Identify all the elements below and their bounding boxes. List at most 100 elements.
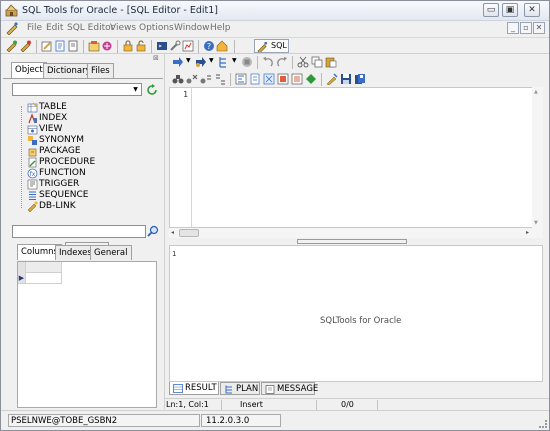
help-icon[interactable]: ? (203, 40, 215, 52)
indent-icon[interactable] (305, 73, 317, 85)
console-icon[interactable] (156, 40, 168, 52)
resize-grip[interactable] (539, 420, 547, 428)
toolbar-separator (83, 40, 84, 53)
tree-item-label: TRIGGER (39, 179, 80, 189)
menu-sql-editor[interactable]: SQL Editor (67, 23, 114, 33)
lock-icon[interactable] (122, 40, 134, 52)
menu-help[interactable]: Help (210, 23, 231, 33)
toolbar-separator (234, 40, 235, 53)
unlock-icon[interactable] (135, 40, 147, 52)
status-bar: PSELNWE@TOBE_GSBN2 11.2.0.3.0 (1, 410, 549, 430)
tab-result-label: RESULT (185, 383, 217, 393)
undo-icon[interactable] (262, 56, 274, 68)
sql-button-label: SQL (271, 41, 287, 50)
redo-icon[interactable] (276, 56, 288, 68)
tree-item-label: FUNCTION (39, 168, 86, 178)
session-monitor-icon[interactable] (101, 40, 113, 52)
mdi-close-button[interactable]: ✕ (533, 22, 545, 34)
view-icon (27, 125, 38, 135)
tab-plan-label: PLAN (236, 384, 259, 394)
columns-grid[interactable]: ▶ (17, 261, 157, 408)
schema-combo[interactable]: ▼ (12, 83, 142, 96)
new-editor-icon[interactable] (54, 40, 66, 52)
tab-message[interactable]: MESSAGE (261, 382, 318, 395)
refresh-icon[interactable] (146, 84, 158, 96)
connect-icon[interactable] (6, 40, 18, 52)
editor-horizontal-scrollbar[interactable]: ◂ ▸ (169, 228, 543, 238)
result-panel[interactable]: 1 SQLTools for Oracle (169, 245, 543, 382)
editor-result-splitter[interactable] (169, 238, 543, 245)
index-icon (28, 113, 37, 124)
db-link-icon (27, 201, 38, 212)
find-prev-icon[interactable] (200, 73, 212, 85)
format-sql-icon[interactable] (235, 73, 247, 85)
execute-arrow-icon[interactable] (172, 56, 184, 68)
find-icon[interactable] (172, 73, 184, 85)
object-filter-input[interactable] (12, 225, 146, 238)
execute-dropdown-icon[interactable]: ▼ (186, 57, 191, 64)
toolbar-separator (230, 73, 231, 86)
chevron-down-icon: ▼ (133, 86, 138, 93)
vertical-splitter[interactable] (164, 54, 168, 409)
scroll-right-icon[interactable]: ▸ (526, 229, 529, 236)
tree-item-label: SYNONYM (39, 135, 85, 145)
tab-files[interactable]: Files (87, 63, 114, 78)
menu-window[interactable]: Window (174, 23, 210, 33)
cut-icon[interactable] (297, 56, 309, 68)
execute-script-icon[interactable] (195, 56, 207, 68)
tab-result[interactable]: RESULT (169, 382, 219, 395)
splitter-grip[interactable] (297, 239, 407, 244)
function-icon: fx (27, 168, 38, 179)
toolbar-separator (321, 73, 322, 86)
horizontal-scroll-thumb[interactable] (179, 229, 199, 237)
menu-file[interactable]: File (27, 23, 42, 33)
save-icon[interactable] (340, 73, 352, 85)
tab-plan[interactable]: PLAN (220, 382, 260, 395)
synonym-icon (28, 136, 37, 145)
menu-options[interactable]: Options (139, 23, 174, 33)
comment-icon[interactable] (249, 73, 261, 85)
sql-editor-doc-icon (6, 22, 18, 35)
panel-close-icon[interactable]: ⊠ (153, 54, 163, 62)
mdi-minimize-button[interactable]: _ (507, 22, 519, 34)
copy-icon[interactable] (311, 56, 323, 68)
disconnect-icon[interactable] (20, 40, 32, 52)
edit-connection-icon[interactable] (41, 40, 53, 52)
open-file-icon[interactable] (67, 40, 79, 52)
plan-dropdown-icon[interactable]: ▼ (232, 57, 237, 64)
script-dropdown-icon[interactable]: ▼ (209, 57, 214, 64)
edit-pencil-icon[interactable] (326, 73, 338, 85)
row-pointer-icon: ▶ (18, 273, 26, 284)
close-button[interactable]: ✕ (524, 3, 540, 17)
tools-icon[interactable] (169, 40, 181, 52)
schema-browser-icon[interactable] (88, 40, 100, 52)
status-separator (377, 400, 378, 410)
sql-editor-area[interactable]: 1 (169, 87, 541, 228)
uncomment-icon[interactable] (263, 73, 275, 85)
lowercase-icon[interactable] (291, 73, 303, 85)
paste-icon[interactable] (325, 56, 337, 68)
scroll-left-icon[interactable]: ◂ (171, 229, 174, 236)
scroll-down-icon[interactable]: ▼ (534, 220, 538, 226)
maximize-button[interactable]: ▣ (502, 3, 518, 17)
tree-item-label: PACKAGE (39, 146, 81, 156)
oracle-version: 11.2.0.3.0 (201, 414, 281, 427)
search-icon[interactable] (147, 225, 159, 237)
home-icon[interactable] (216, 40, 228, 52)
scroll-up-icon[interactable]: ▲ (534, 89, 538, 95)
sql-editor-button[interactable]: SQL (254, 39, 289, 53)
menu-views[interactable]: Views (110, 23, 136, 33)
find-next-icon[interactable] (186, 73, 198, 85)
menu-edit[interactable]: Edit (46, 23, 63, 33)
tab-object[interactable]: Object (11, 62, 47, 78)
replace-icon[interactable] (214, 73, 226, 85)
stop-icon[interactable] (241, 56, 253, 68)
tab-general[interactable]: General (90, 245, 132, 260)
explain-plan-icon[interactable] (218, 56, 230, 68)
uppercase-icon[interactable] (277, 73, 289, 85)
save-as-icon[interactable] (354, 73, 366, 85)
minimize-button[interactable]: ▭ (483, 3, 499, 17)
mdi-restore-button[interactable]: ▫ (520, 22, 532, 34)
report-icon[interactable] (182, 40, 194, 52)
editor-vertical-scrollbar[interactable]: ▲ ▼ (532, 87, 543, 228)
